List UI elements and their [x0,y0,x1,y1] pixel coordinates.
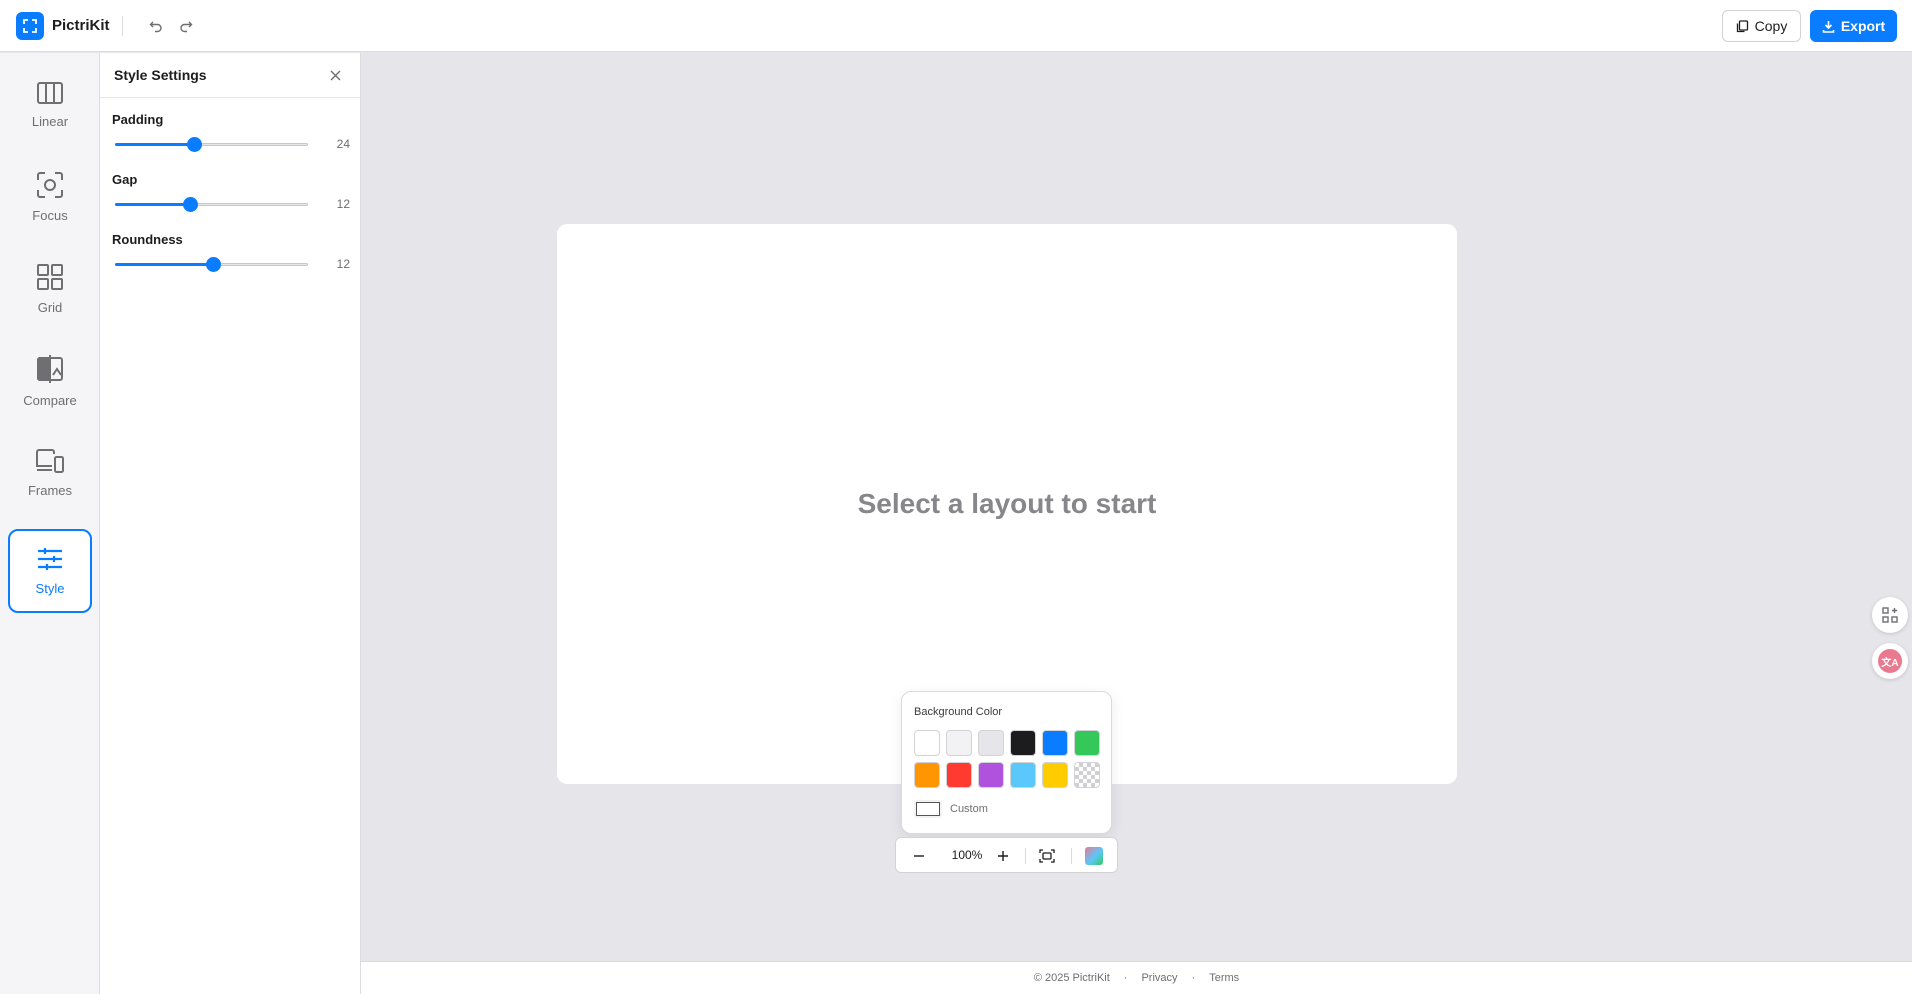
focus-icon [37,171,63,198]
slider-thumb[interactable] [187,137,202,152]
copy-label: Copy [1754,18,1788,34]
copy-button[interactable]: Copy [1722,10,1801,42]
slider-fill [115,203,190,206]
color-swatch[interactable] [946,762,972,788]
setting-label: Gap [112,172,138,187]
rail-label: Style [35,580,65,596]
color-swatch[interactable] [978,762,1004,788]
background-color-button[interactable] [1085,847,1103,865]
terms-link[interactable]: Terms [1209,972,1239,984]
slider-thumb[interactable] [206,257,221,272]
translate-button[interactable]: 文A [1872,643,1908,679]
rail-item-focus[interactable]: Focus [8,155,92,239]
copy-icon [1736,19,1748,32]
color-swatch[interactable] [914,730,940,756]
columns-icon [37,81,63,104]
sliders-icon [38,547,62,570]
zoom-in-icon[interactable] [994,847,1012,865]
export-button[interactable]: Export [1810,10,1897,42]
padding-slider[interactable]: 24 [112,134,350,154]
copyright-text: © 2025 PictriKit [1033,972,1110,984]
slider-fill [115,143,194,146]
footer: © 2025 PictriKit · Privacy · Terms [361,961,1912,994]
rail-label: Grid [37,299,63,315]
close-icon[interactable] [326,66,344,84]
zoom-level: 100% [951,848,983,862]
rail-item-frames[interactable]: Frames [8,431,92,515]
setting-padding: Padding 24 [112,112,350,154]
gap-slider[interactable]: 12 [112,194,350,214]
rail-label: Frames [27,482,73,498]
rail-item-compare[interactable]: Compare [8,339,92,423]
footer-separator: · [1191,972,1196,984]
color-swatch[interactable] [1074,730,1100,756]
background-color-popover: Background Color Custom [901,691,1112,834]
logo-icon [16,12,44,40]
compare-icon [37,354,63,383]
footer-separator: · [1123,972,1128,984]
export-label: Export [1840,18,1886,34]
color-swatch[interactable] [946,730,972,756]
grid-icon [37,263,63,290]
custom-label: Custom [950,803,988,815]
custom-color-button[interactable]: Custom [914,800,988,818]
rail-item-grid[interactable]: Grid [8,247,92,331]
panel-header: Style Settings [100,53,360,98]
layout-rail: Linear Focus Grid Compare Frames Style [0,53,100,994]
color-swatch[interactable] [1042,730,1068,756]
slider-fill [115,263,213,266]
color-swatch[interactable] [1010,730,1036,756]
slider-value: 12 [336,197,350,211]
color-swatch[interactable] [1042,762,1068,788]
setting-gap: Gap 12 [112,172,350,214]
color-swatch[interactable] [978,730,1004,756]
panel-title: Style Settings [114,67,207,83]
style-settings-panel: Style Settings Padding 24 Gap 12 Roundne… [100,53,361,994]
zoom-toolbar: 100% [895,837,1118,873]
setting-roundness: Roundness 12 [112,232,350,274]
swatch-transparent[interactable] [1074,762,1100,788]
setting-label: Padding [112,112,164,127]
color-swatch[interactable] [1010,762,1036,788]
rail-item-linear[interactable]: Linear [8,63,92,147]
toolbar-divider [1025,848,1026,864]
privacy-link[interactable]: Privacy [1141,972,1177,984]
fit-screen-icon[interactable] [1038,847,1056,865]
undo-icon[interactable] [144,14,168,38]
color-swatch[interactable] [914,762,940,788]
redo-icon[interactable] [174,14,198,38]
toolbar-divider [122,16,123,36]
setting-label: Roundness [112,232,183,247]
rail-label: Linear [31,113,69,129]
widget-add-icon [1882,607,1898,623]
add-widget-button[interactable] [1872,597,1908,633]
slider-value: 24 [336,137,350,151]
slider-value: 12 [336,257,350,271]
translate-icon: 文A [1878,649,1902,673]
roundness-slider[interactable]: 12 [112,254,350,274]
toolbar-divider [1071,848,1072,864]
top-bar: PictriKit Copy Export [0,0,1912,52]
rail-item-style[interactable]: Style [8,529,92,613]
app-name: PictriKit [52,17,110,34]
slider-thumb[interactable] [183,197,198,212]
canvas-placeholder: Select a layout to start [857,488,1157,519]
rail-label: Focus [32,207,68,223]
zoom-out-icon[interactable] [910,847,928,865]
popover-title: Background Color [914,706,1003,718]
download-icon [1822,20,1835,33]
custom-color-icon [914,800,942,818]
devices-icon [36,448,64,473]
rail-label: Compare [23,392,77,408]
